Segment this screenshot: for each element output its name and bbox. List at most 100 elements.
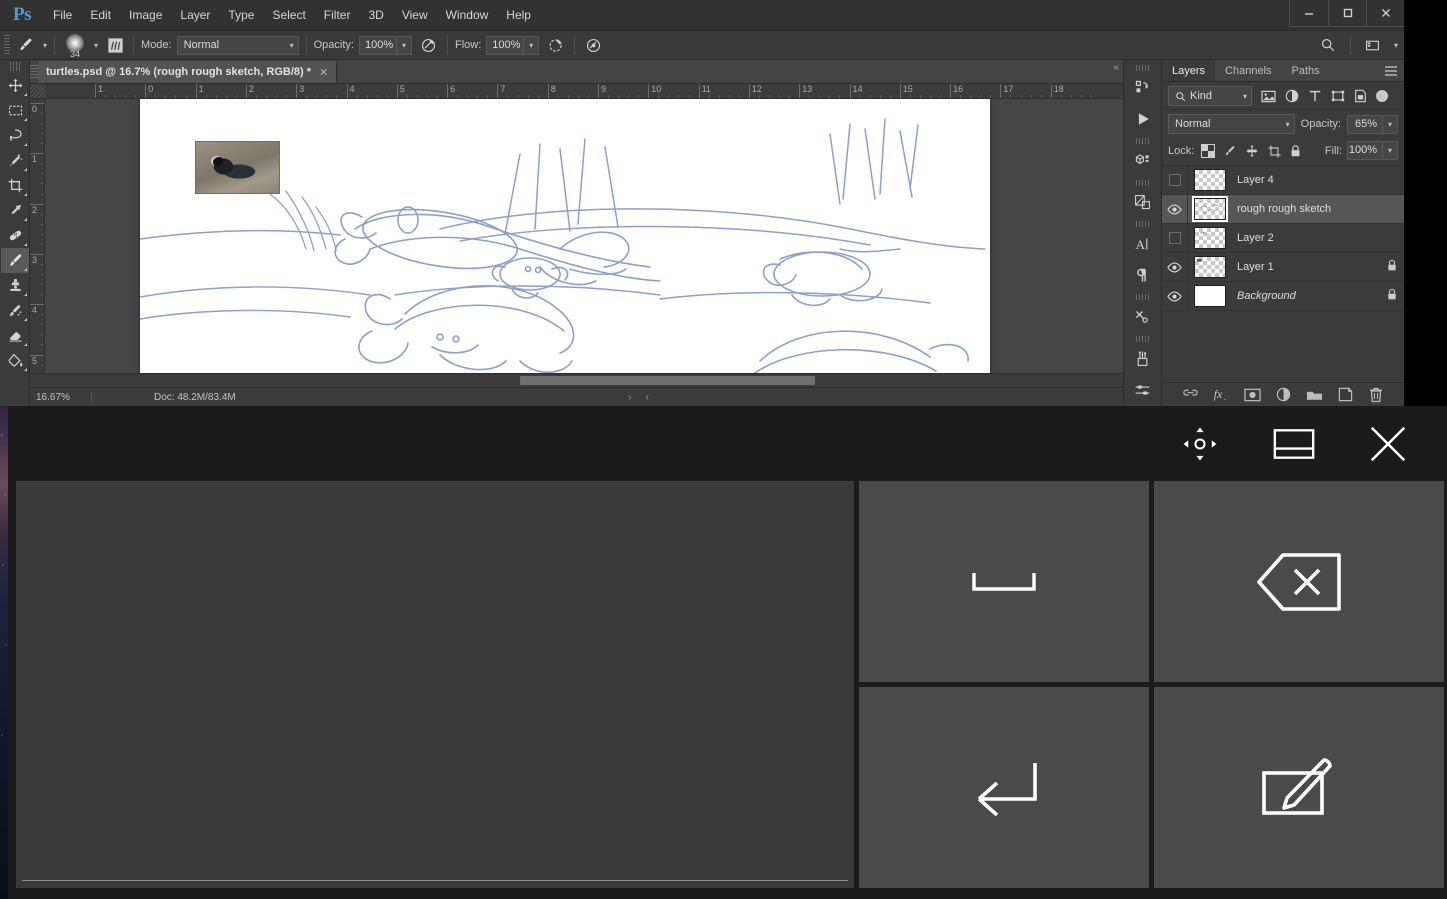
rectangular-marquee-tool[interactable] bbox=[1, 98, 29, 123]
horizontal-ruler[interactable]: 1 0 1 2 3 4 5 6 7 8 9 10 11 12 13 14 15 16 17 18 bbox=[30, 84, 1123, 99]
menu-layer[interactable]: Layer bbox=[171, 4, 219, 26]
layer-fill-caret[interactable]: ▾ bbox=[1383, 141, 1398, 160]
layer-name[interactable]: Layer 2 bbox=[1237, 232, 1398, 244]
tools-panel-grip[interactable] bbox=[0, 62, 29, 71]
brush-presets-icon[interactable] bbox=[1126, 343, 1160, 374]
eyedropper-tool[interactable] bbox=[1, 198, 29, 223]
horizontal-scrollbar[interactable] bbox=[30, 373, 1123, 387]
menu-file[interactable]: File bbox=[44, 4, 81, 26]
layer-name[interactable]: rough rough sketch bbox=[1237, 203, 1398, 215]
close-icon[interactable]: ✕ bbox=[319, 66, 328, 79]
rail-grip[interactable] bbox=[1135, 221, 1150, 228]
brush-tool[interactable] bbox=[1, 248, 29, 273]
brush-size-preview[interactable]: 34 bbox=[62, 32, 88, 59]
zoom-level-field[interactable]: 16.67% bbox=[30, 391, 92, 403]
move-tool[interactable] bbox=[1, 73, 29, 98]
eye-visible-icon[interactable] bbox=[1162, 253, 1188, 281]
layer-style-fx-icon[interactable]: fx bbox=[1212, 386, 1230, 404]
close-panel-icon[interactable] bbox=[1365, 421, 1411, 467]
eraser-tool[interactable] bbox=[1, 323, 29, 348]
filter-toggle-switch[interactable] bbox=[1376, 90, 1388, 102]
lock-all-icon[interactable] bbox=[1287, 142, 1304, 159]
menu-filter[interactable]: Filter bbox=[315, 4, 360, 26]
layer-blend-mode-select[interactable]: Normal ▾ bbox=[1168, 114, 1295, 134]
brush-settings-icon[interactable] bbox=[1126, 375, 1160, 406]
eye-visible-icon[interactable] bbox=[1162, 282, 1188, 310]
blend-mode-select[interactable]: Normal ▾ bbox=[176, 35, 299, 55]
menu-window[interactable]: Window bbox=[437, 4, 498, 26]
tab-channels[interactable]: Channels bbox=[1215, 60, 1281, 81]
paint-bucket-tool[interactable] bbox=[1, 348, 29, 373]
type-filter-icon[interactable] bbox=[1304, 86, 1325, 106]
history-panel-icon[interactable] bbox=[1126, 72, 1160, 103]
brush-settings-panel-icon[interactable] bbox=[104, 34, 126, 56]
adjustment-filter-icon[interactable] bbox=[1281, 86, 1302, 106]
opacity-slider-caret[interactable]: ▾ bbox=[396, 35, 412, 55]
new-group-icon[interactable] bbox=[1305, 386, 1323, 404]
pressure-opacity-icon[interactable] bbox=[418, 34, 440, 56]
minimize-button[interactable] bbox=[1290, 0, 1328, 26]
rail-grip[interactable] bbox=[1135, 65, 1150, 72]
lock-image-pixels-icon[interactable] bbox=[1221, 142, 1238, 159]
enter-key[interactable] bbox=[859, 687, 1149, 888]
rail-grip[interactable] bbox=[1135, 335, 1150, 343]
brush-picker-caret[interactable]: ▾ bbox=[94, 41, 98, 50]
tab-strip-grip[interactable] bbox=[30, 61, 38, 83]
eye-visible-icon[interactable] bbox=[1162, 195, 1188, 223]
layer-name[interactable]: Layer 4 bbox=[1237, 174, 1398, 186]
table-row[interactable]: Layer 1 bbox=[1162, 253, 1404, 282]
tab-paths[interactable]: Paths bbox=[1282, 60, 1330, 81]
crop-tool[interactable] bbox=[1, 173, 29, 198]
layer-thumbnail[interactable] bbox=[1192, 196, 1228, 222]
menu-3d[interactable]: 3D bbox=[359, 4, 392, 26]
history-brush-tool[interactable] bbox=[1, 298, 29, 323]
layer-opacity-input[interactable]: 65% bbox=[1347, 114, 1383, 134]
table-row[interactable]: Background bbox=[1162, 282, 1404, 311]
pixel-filter-icon[interactable] bbox=[1258, 86, 1279, 106]
panel-menu-icon[interactable] bbox=[1384, 65, 1398, 79]
clone-stamp-tool[interactable] bbox=[1, 273, 29, 298]
character-panel-icon[interactable]: A bbox=[1126, 228, 1160, 259]
workspace-caret[interactable]: ▾ bbox=[1394, 41, 1398, 50]
layer-thumbnail[interactable] bbox=[1194, 227, 1226, 249]
horizontal-scroll-thumb[interactable] bbox=[520, 376, 815, 385]
delete-layer-icon[interactable] bbox=[1367, 386, 1385, 404]
close-button[interactable] bbox=[1366, 0, 1404, 26]
airbrush-icon[interactable] bbox=[545, 34, 567, 56]
link-layers-icon[interactable] bbox=[1181, 386, 1199, 404]
table-row[interactable]: rough rough sketch bbox=[1162, 195, 1404, 224]
canvas-viewport[interactable] bbox=[45, 99, 1123, 373]
paragraph-panel-icon[interactable] bbox=[1126, 260, 1160, 291]
eye-hidden-icon[interactable] bbox=[1162, 224, 1188, 252]
flow-input[interactable]: 100% bbox=[486, 35, 525, 55]
layer-fill-input[interactable]: 100% bbox=[1347, 141, 1383, 160]
layer-thumbnail[interactable] bbox=[1194, 256, 1226, 278]
table-row[interactable]: Layer 2 bbox=[1162, 224, 1404, 253]
layer-opacity-caret[interactable]: ▾ bbox=[1383, 114, 1398, 134]
menu-select[interactable]: Select bbox=[263, 4, 314, 26]
space-key[interactable] bbox=[859, 481, 1149, 682]
3d-panel-icon[interactable] bbox=[1126, 145, 1160, 176]
filter-kind-select[interactable]: Kind ▾ bbox=[1168, 86, 1252, 106]
smoothing-icon[interactable] bbox=[582, 34, 604, 56]
handwriting-input-area[interactable] bbox=[16, 481, 854, 888]
rail-grip[interactable] bbox=[1135, 294, 1150, 301]
shape-filter-icon[interactable] bbox=[1327, 86, 1348, 106]
quick-selection-tool[interactable] bbox=[1, 148, 29, 173]
new-adjustment-layer-icon[interactable] bbox=[1274, 386, 1292, 404]
lock-position-icon[interactable] bbox=[1243, 142, 1260, 159]
brush-tool-icon[interactable] bbox=[15, 34, 37, 56]
menu-image[interactable]: Image bbox=[120, 4, 171, 26]
rail-grip[interactable] bbox=[1135, 179, 1150, 186]
tab-layers[interactable]: Layers bbox=[1162, 60, 1216, 81]
status-next-icon[interactable]: › bbox=[621, 392, 638, 403]
workspace-switcher-icon[interactable] bbox=[1362, 34, 1384, 56]
opacity-input[interactable]: 100% bbox=[358, 35, 397, 55]
rail-grip[interactable] bbox=[1135, 138, 1150, 145]
tool-presets-icon[interactable] bbox=[1126, 301, 1160, 332]
flow-slider-caret[interactable]: ▾ bbox=[524, 35, 540, 55]
layer-thumbnail[interactable] bbox=[1194, 169, 1226, 191]
backspace-key[interactable] bbox=[1154, 481, 1444, 682]
lasso-tool[interactable] bbox=[1, 123, 29, 148]
menu-help[interactable]: Help bbox=[497, 4, 540, 26]
